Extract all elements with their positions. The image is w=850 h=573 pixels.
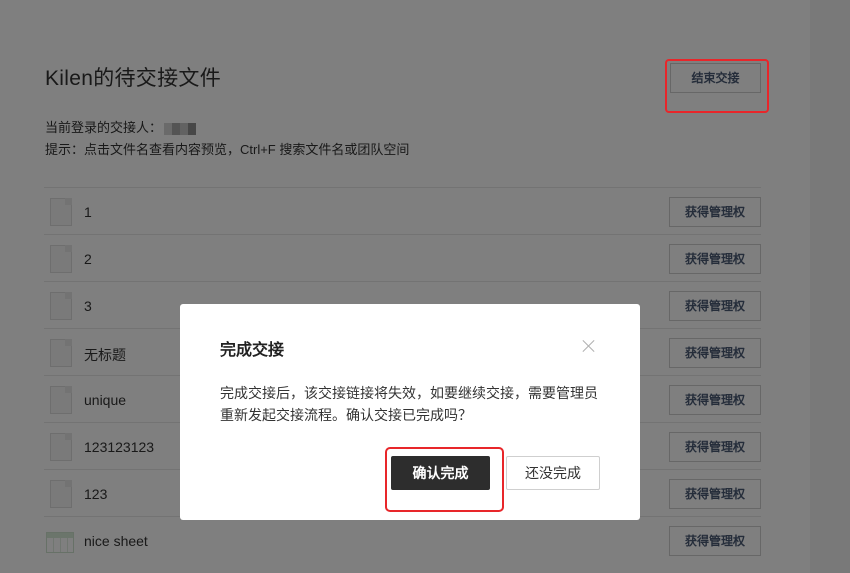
close-icon[interactable] <box>580 337 598 355</box>
confirm-button-highlight <box>385 447 504 512</box>
dialog-message: 完成交接后，该交接链接将失效，如要继续交接，需要管理员重新发起交接流程。确认交接… <box>220 385 598 423</box>
not-complete-button[interactable]: 还没完成 <box>506 456 600 490</box>
dialog-title: 完成交接 <box>220 342 285 359</box>
end-button-highlight <box>665 59 769 113</box>
